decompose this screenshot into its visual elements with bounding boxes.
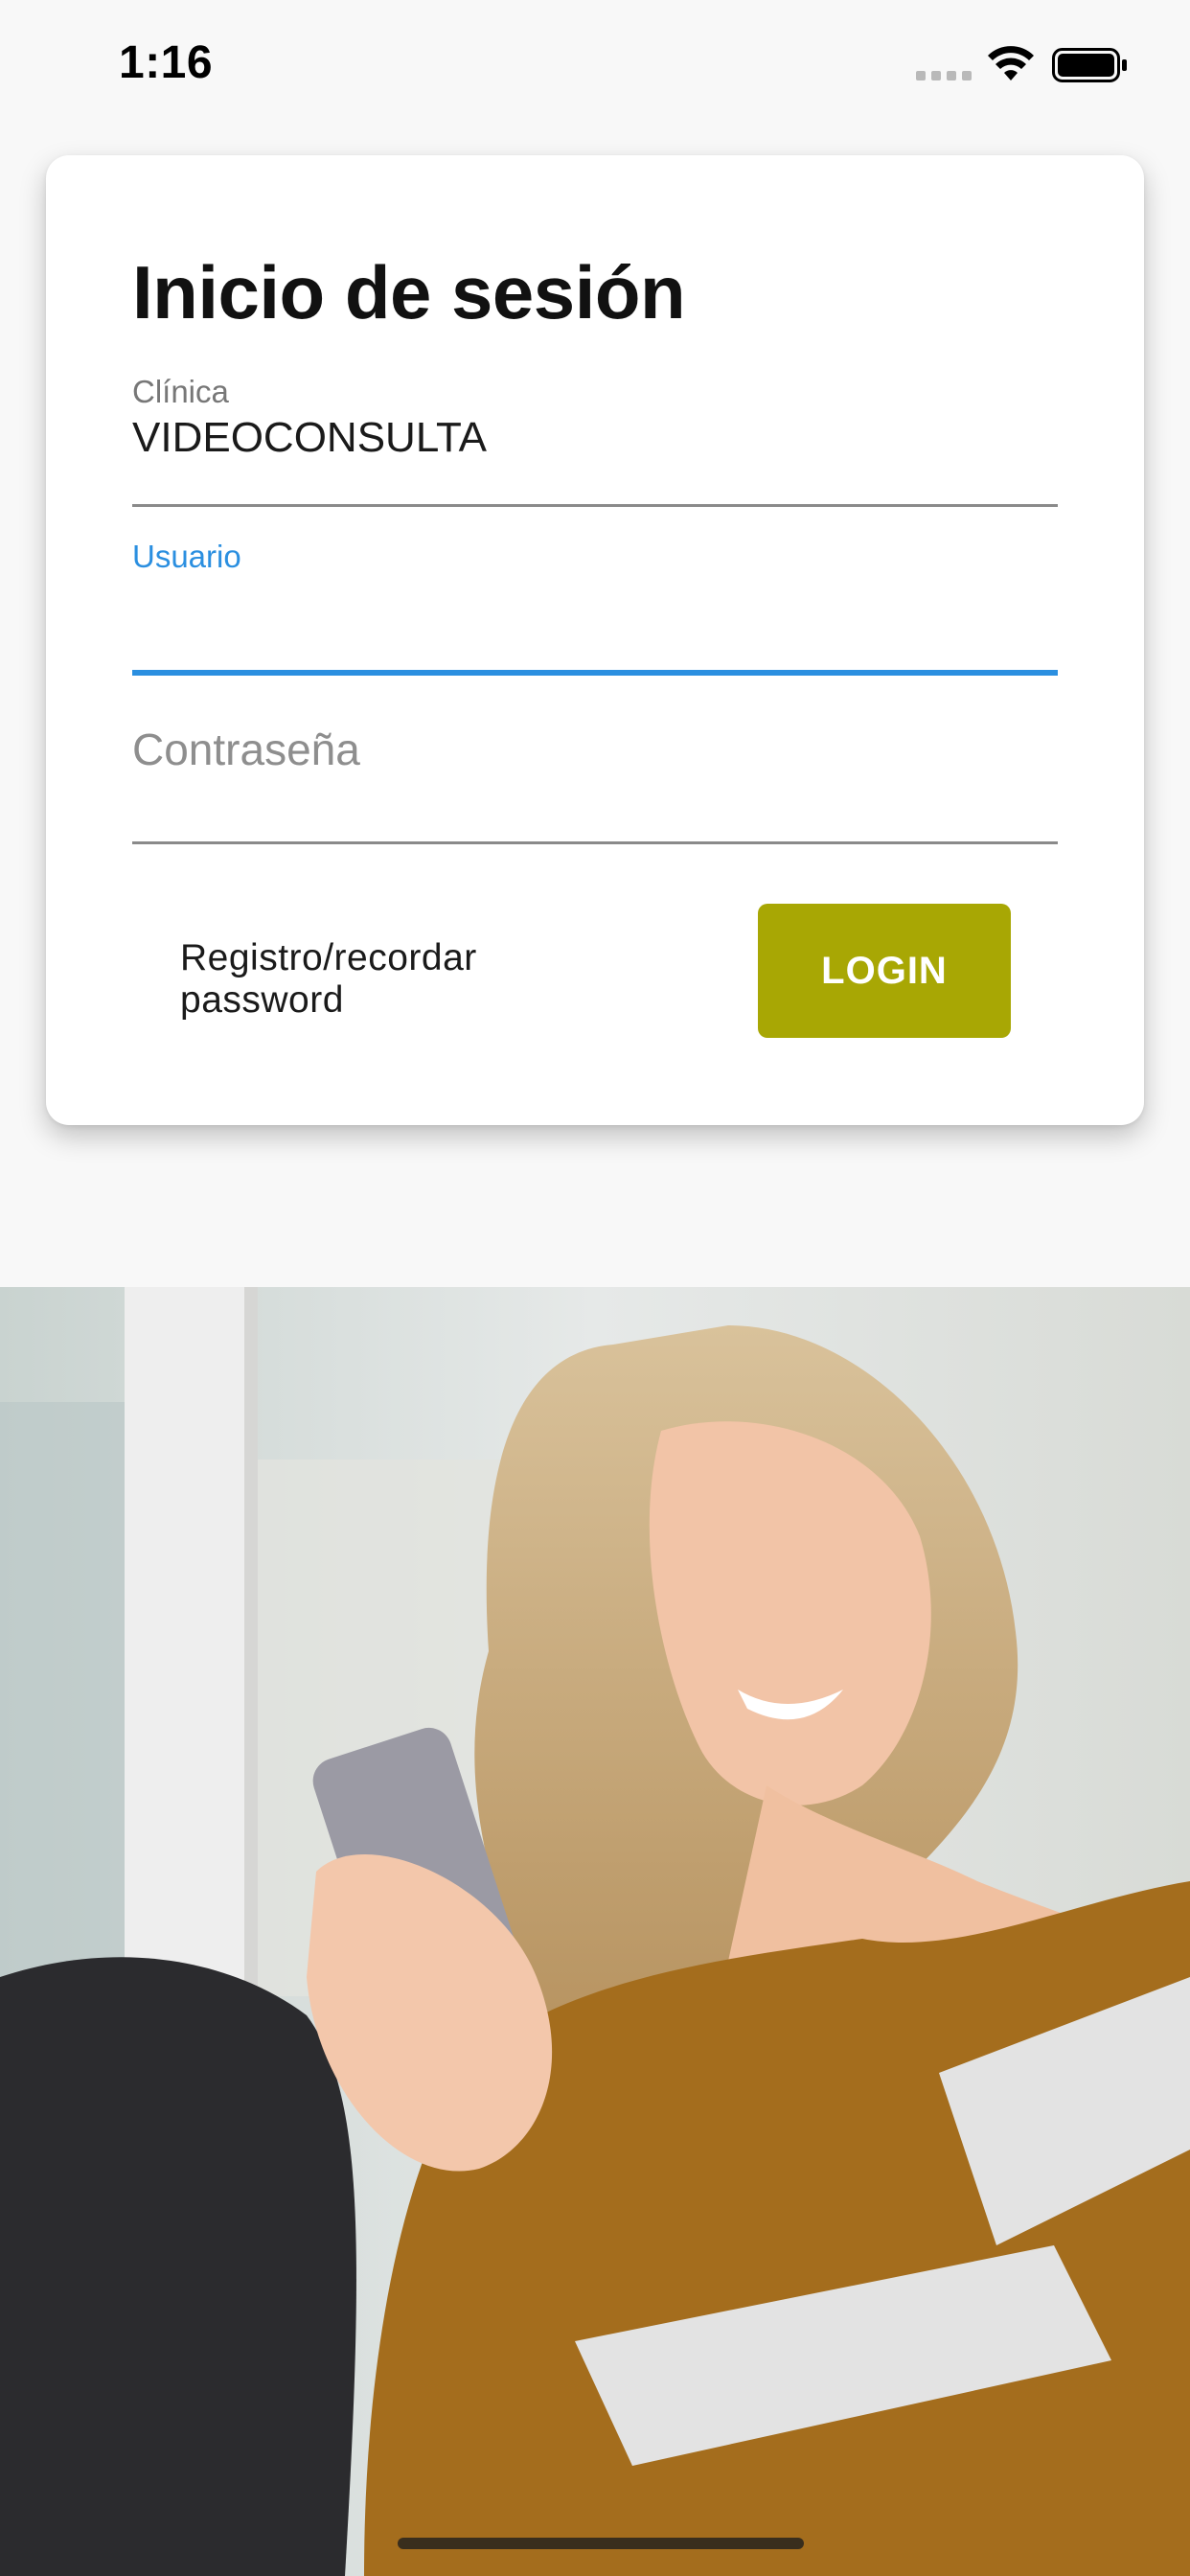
login-card: Inicio de sesión Clínica VIDEOCONSULTA U… (46, 155, 1144, 1125)
login-button[interactable]: LOGIN (758, 904, 1011, 1038)
clinic-underline (132, 504, 1058, 507)
status-bar: 1:16 (0, 0, 1190, 126)
wifi-icon (988, 46, 1034, 80)
clinic-label: Clínica (132, 374, 229, 409)
user-underline-focused (132, 670, 1058, 676)
status-time: 1:16 (119, 37, 214, 88)
user-label: Usuario (132, 539, 241, 574)
home-indicator (398, 2538, 804, 2549)
battery-icon (1052, 48, 1127, 82)
page-title: Inicio de sesión (132, 250, 686, 334)
clinic-value: VIDEOCONSULTA (132, 414, 487, 461)
hero-photo (0, 1287, 1190, 2576)
user-field[interactable]: Usuario (132, 539, 1058, 673)
user-input[interactable] (132, 586, 1058, 644)
password-underline (132, 841, 1058, 844)
signal-icon (916, 71, 972, 80)
register-link[interactable]: Registro/recordar password (180, 937, 621, 1021)
password-input[interactable] (132, 711, 1058, 788)
password-field[interactable] (132, 711, 1058, 845)
